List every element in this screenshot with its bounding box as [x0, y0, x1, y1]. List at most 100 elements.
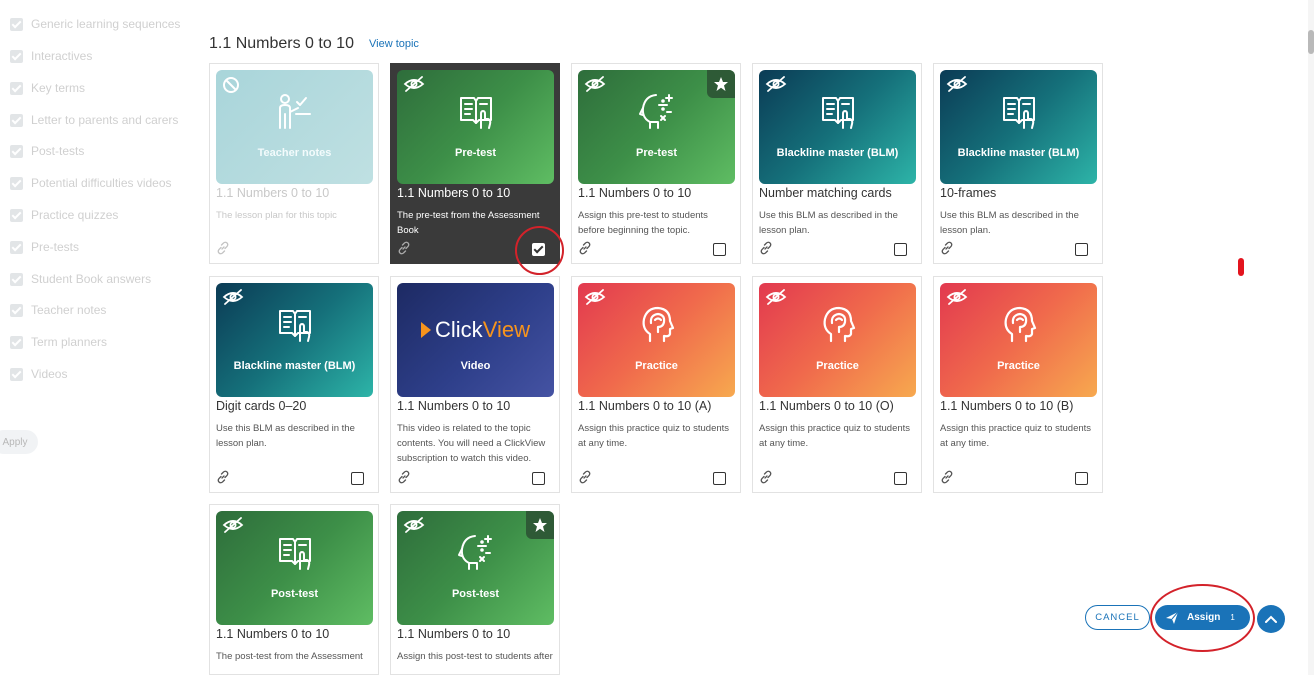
hidden-eye-icon[interactable]	[584, 289, 606, 305]
select-checkbox[interactable]	[713, 472, 726, 485]
checkbox-icon[interactable]	[10, 49, 23, 63]
select-checkbox[interactable]	[894, 472, 907, 485]
checkbox-icon[interactable]	[10, 176, 23, 190]
filter-item[interactable]: Key terms	[10, 78, 85, 98]
checkbox-icon[interactable]	[10, 272, 23, 286]
card-thumbnail[interactable]: Blackline master (BLM)	[759, 70, 916, 184]
assign-button[interactable]: Assign 1	[1155, 605, 1250, 630]
filter-item[interactable]: Letter to parents and carers	[10, 110, 178, 130]
scrollbar-thumb[interactable]	[1308, 30, 1314, 54]
link-icon[interactable]	[397, 470, 411, 484]
filter-label: Practice quizzes	[31, 208, 119, 222]
card-thumbnail[interactable]: Post-test	[397, 511, 554, 625]
filter-item[interactable]: Student Book answers	[10, 269, 151, 289]
resource-card[interactable]: Practice 1.1 Numbers 0 to 10 (A) Assign …	[571, 276, 741, 493]
resource-card[interactable]: Blackline master (BLM) 10-frames Use thi…	[933, 63, 1103, 264]
card-description: Assign this practice quiz to students at…	[940, 423, 1092, 449]
hidden-eye-icon[interactable]	[946, 76, 968, 92]
select-checkbox[interactable]	[713, 243, 726, 256]
select-checkbox[interactable]	[894, 243, 907, 256]
head-brain-icon	[998, 303, 1040, 345]
resource-card[interactable]: Practice 1.1 Numbers 0 to 10 (B) Assign …	[933, 276, 1103, 493]
link-icon[interactable]	[216, 470, 230, 484]
select-checkbox[interactable]	[1075, 472, 1088, 485]
filter-item[interactable]: Generic learning sequences	[10, 14, 180, 34]
filter-label: Letter to parents and carers	[31, 113, 179, 127]
card-thumbnail[interactable]: Pre-test	[578, 70, 735, 184]
filter-label: Pre-tests	[31, 240, 80, 254]
resource-card[interactable]: Post-test 1.1 Numbers 0 to 10 Assign thi…	[390, 504, 560, 675]
link-icon[interactable]	[397, 241, 411, 255]
card-thumbnail[interactable]: Blackline master (BLM)	[216, 283, 373, 397]
scrollbar[interactable]	[1308, 0, 1314, 675]
card-description: This video is related to the topic conte…	[397, 423, 546, 464]
link-icon[interactable]	[759, 241, 773, 255]
card-thumbnail[interactable]: Post-test	[216, 511, 373, 625]
card-thumbnail[interactable]: Practice	[578, 283, 735, 397]
unavailable-icon	[223, 77, 239, 93]
checkbox-icon[interactable]	[10, 208, 23, 222]
link-icon[interactable]	[216, 241, 230, 255]
resource-card[interactable]: Pre-test 1.1 Numbers 0 to 10 The pre-tes…	[390, 63, 560, 264]
checkbox-icon[interactable]	[10, 240, 23, 254]
select-checkbox[interactable]	[532, 243, 545, 256]
play-icon	[421, 322, 432, 338]
resource-card[interactable]: Post-test 1.1 Numbers 0 to 10 The post-t…	[209, 504, 379, 675]
hidden-eye-icon[interactable]	[403, 76, 425, 92]
resource-card[interactable]: Blackline master (BLM) Number matching c…	[752, 63, 922, 264]
filter-item[interactable]: Teacher notes	[10, 300, 106, 320]
filter-label: Student Book answers	[31, 272, 152, 286]
card-thumbnail[interactable]: Practice	[940, 283, 1097, 397]
checkbox-icon[interactable]	[10, 367, 23, 381]
view-topic-link[interactable]: View topic	[369, 38, 419, 50]
filter-item[interactable]: Term planners	[10, 332, 107, 352]
hidden-eye-icon[interactable]	[765, 76, 787, 92]
checkbox-icon[interactable]	[10, 144, 23, 158]
card-thumbnail[interactable]: Blackline master (BLM)	[940, 70, 1097, 184]
hidden-eye-icon[interactable]	[222, 517, 244, 533]
link-icon[interactable]	[759, 470, 773, 484]
card-type-label: Pre-test	[455, 147, 496, 159]
filter-item[interactable]: Practice quizzes	[10, 205, 118, 225]
apply-button[interactable]: Apply	[0, 430, 38, 454]
link-icon[interactable]	[940, 470, 954, 484]
hidden-eye-icon[interactable]	[765, 289, 787, 305]
resource-card[interactable]: Teacher notes 1.1 Numbers 0 to 10 The le…	[209, 63, 379, 264]
resource-card[interactable]: Pre-test 1.1 Numbers 0 to 10 Assign this…	[571, 63, 741, 264]
hidden-eye-icon[interactable]	[222, 289, 244, 305]
checkbox-icon[interactable]	[10, 81, 23, 95]
card-type-label: Blackline master (BLM)	[233, 360, 356, 372]
card-thumbnail[interactable]: Click View Video	[397, 283, 554, 397]
hidden-eye-icon[interactable]	[403, 517, 425, 533]
filter-item[interactable]: Interactives	[10, 46, 92, 66]
book-icon	[274, 303, 316, 345]
scroll-to-top-button[interactable]	[1257, 605, 1285, 633]
checkbox-icon[interactable]	[10, 113, 23, 127]
card-description: Assign this post-test to students after	[397, 651, 553, 662]
select-checkbox[interactable]	[1075, 243, 1088, 256]
cancel-button[interactable]: CANCEL	[1085, 605, 1150, 630]
book-icon	[817, 90, 859, 132]
checkbox-icon[interactable]	[10, 303, 23, 317]
hidden-eye-icon[interactable]	[584, 76, 606, 92]
checkbox-icon[interactable]	[10, 17, 23, 31]
card-thumbnail[interactable]: Pre-test	[397, 70, 554, 184]
select-checkbox[interactable]	[532, 472, 545, 485]
filter-label: Generic learning sequences	[31, 17, 181, 31]
checkbox-icon[interactable]	[10, 335, 23, 349]
filter-item[interactable]: Post-tests	[10, 141, 84, 161]
link-icon[interactable]	[578, 470, 592, 484]
filter-item[interactable]: Pre-tests	[10, 237, 79, 257]
filter-label: Interactives	[31, 49, 93, 63]
card-thumbnail[interactable]: Teacher notes	[216, 70, 373, 184]
resource-card[interactable]: Blackline master (BLM) Digit cards 0–20 …	[209, 276, 379, 493]
link-icon[interactable]	[578, 241, 592, 255]
filter-item[interactable]: Potential difficulties videos	[10, 173, 172, 193]
resource-card[interactable]: Practice 1.1 Numbers 0 to 10 (O) Assign …	[752, 276, 922, 493]
card-thumbnail[interactable]: Practice	[759, 283, 916, 397]
link-icon[interactable]	[940, 241, 954, 255]
filter-item[interactable]: Videos	[10, 364, 67, 384]
resource-card[interactable]: Click View Video 1.1 Numbers 0 to 10 This…	[390, 276, 560, 493]
select-checkbox[interactable]	[351, 472, 364, 485]
hidden-eye-icon[interactable]	[946, 289, 968, 305]
